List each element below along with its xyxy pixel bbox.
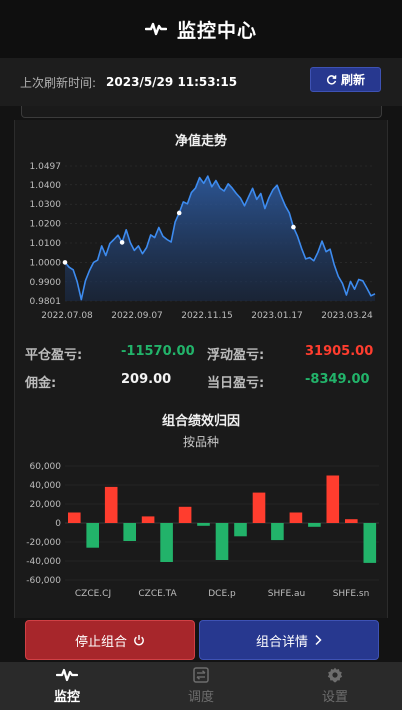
bar-y-tick: -40,000: [26, 557, 61, 567]
attribution-bar: [234, 523, 247, 537]
app-header: 监控中心: [0, 0, 402, 58]
nav-point: [62, 260, 68, 265]
nav-y-tick: 1.0000: [30, 258, 62, 268]
attribution-bar: [86, 523, 99, 548]
bar-x-tick: CZCE.CJ: [75, 589, 111, 599]
page-title: 监控中心: [176, 19, 257, 42]
bar-x-tick: SHFE.au: [268, 589, 305, 599]
attribution-bar: [252, 492, 266, 523]
attribution-subtitle: 按品种: [182, 435, 219, 449]
schedule-icon: [193, 667, 209, 683]
nav-chart-title: 净值走势: [174, 134, 227, 149]
nav-point: [176, 210, 182, 216]
attribution-bar: [326, 475, 340, 523]
attribution-chart[interactable]: 60,000 40,000 20,000 0 -20,000 -40,000 -60,000…: [15, 456, 389, 606]
gear-icon: [327, 667, 343, 683]
daily-pnl-value: -8349.00: [305, 372, 370, 387]
nav-x-tick: 2022.09.07: [111, 311, 163, 321]
last-refresh-time: 2023/5/29 11:53:15: [106, 75, 238, 89]
attribution-bar: [141, 516, 155, 523]
commission-value: 209.00: [121, 372, 172, 387]
chevron-right-icon: [315, 634, 322, 646]
bar-y-tick: -20,000: [26, 538, 61, 548]
last-refresh-label: 上次刷新时间:: [20, 75, 97, 90]
stop-portfolio-label: 停止组合: [74, 634, 127, 650]
bar-y-tick: 20,000: [30, 500, 62, 510]
bar-x-tick: DCE.p: [208, 589, 236, 599]
refresh-button[interactable]: 刷新: [310, 67, 381, 92]
tab-schedule[interactable]: 调度: [134, 662, 268, 710]
attribution-bar: [271, 523, 284, 541]
nav-y-tick: 1.0497: [30, 162, 62, 172]
tab-settings[interactable]: 设置: [268, 662, 402, 710]
nav-chart[interactable]: 1.0497 1.0400 1.0300 1.0200 1.0100 1.0000 0.99…: [15, 156, 389, 358]
nav-point: [291, 224, 296, 230]
monitor-panel: 净值走势 1.0497 1.0400 1.0300 1.0200 1.0100 1.000…: [14, 120, 388, 618]
nav-x-tick: 2022.11.15: [181, 311, 233, 321]
bar-y-tick: 40,000: [30, 481, 62, 491]
nav-y-tick: 1.0200: [30, 220, 62, 230]
bar-x-tick: SHFE.sn: [333, 589, 370, 599]
stop-portfolio-button[interactable]: 停止组合: [25, 620, 195, 660]
attribution-bar: [197, 523, 210, 526]
attribution-bar: [123, 523, 136, 541]
pulse-icon: [144, 22, 167, 36]
commission: 佣金:: [25, 372, 56, 391]
portfolio-detail-label: 组合详情: [255, 634, 308, 650]
floating-pnl-label: 浮动盈亏:: [207, 348, 265, 363]
power-icon: [134, 635, 144, 646]
bar-y-tick: 60,000: [30, 462, 62, 472]
nav-y-tick: 0.9900: [30, 278, 62, 288]
attribution-bar: [308, 523, 321, 527]
tab-monitor-label: 监控: [53, 690, 80, 705]
nav-y-tick: 1.0300: [30, 200, 62, 210]
commission-label: 佣金:: [25, 376, 57, 391]
refresh-icon: [326, 75, 337, 85]
tab-monitor[interactable]: 监控: [0, 662, 134, 710]
attribution-bar: [289, 512, 303, 523]
nav-x-tick: 2023.03.24: [321, 311, 373, 321]
nav-point: [119, 240, 125, 245]
refresh-bar: 上次刷新时间: 2023/5/29 11:53:15 刷新: [0, 58, 402, 106]
bar-y-tick: 0: [55, 519, 61, 529]
bar-y-tick: -60,000: [26, 576, 61, 586]
portfolio-detail-button[interactable]: 组合详情: [199, 620, 379, 660]
closed-pnl-value: -11570.00: [121, 344, 195, 359]
attribution-bar: [68, 512, 81, 523]
attribution-bar: [160, 523, 173, 562]
closed-pnl-label: 平仓盈亏:: [25, 348, 83, 363]
attribution-bar: [178, 506, 192, 523]
tab-settings-label: 设置: [321, 690, 348, 705]
nav-x-tick: 2022.07.08: [41, 311, 93, 321]
nav-area: [65, 176, 375, 301]
closed-pnl: 平仓盈亏:: [25, 344, 82, 363]
pulse-icon: [56, 668, 78, 682]
tab-schedule-label: 调度: [187, 690, 214, 705]
floating-pnl-value: 31905.00: [305, 344, 374, 359]
daily-pnl-label: 当日盈亏:: [207, 376, 265, 391]
attribution-bar: [345, 519, 358, 523]
attribution-bar: [363, 523, 377, 563]
floating-pnl: 浮动盈亏:: [207, 344, 264, 363]
nav-y-tick: 0.9801: [30, 297, 62, 307]
bottom-tab-bar: 监控 调度 设置: [0, 662, 402, 710]
refresh-button-label: 刷新: [340, 73, 365, 87]
daily-pnl: 当日盈亏:: [207, 372, 264, 391]
attribution-title: 组合绩效归因: [161, 414, 240, 429]
attribution-bar: [104, 486, 118, 523]
bar-x-tick: CZCE.TA: [138, 589, 177, 599]
card-edge: [21, 106, 382, 118]
nav-x-tick: 2023.01.17: [251, 311, 303, 321]
nav-y-tick: 1.0100: [30, 239, 62, 249]
attribution-bar: [215, 523, 229, 560]
nav-y-tick: 1.0400: [30, 181, 62, 191]
